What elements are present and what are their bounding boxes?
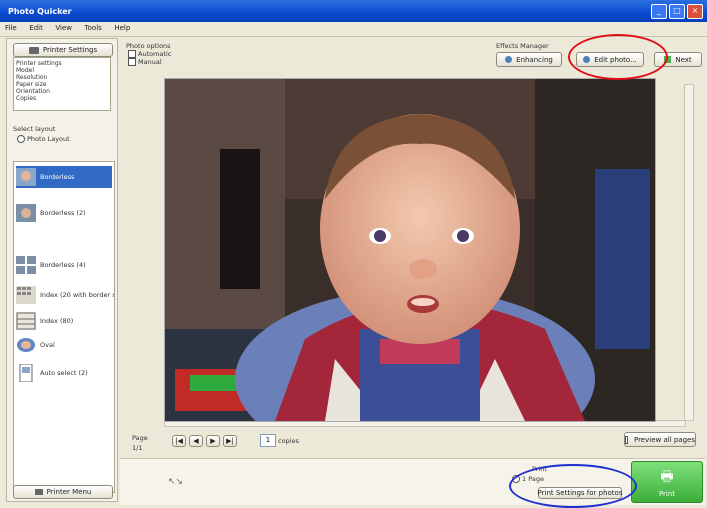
printer-settings-button[interactable]: Printer Settings xyxy=(13,43,113,57)
menu-edit[interactable]: Edit xyxy=(24,22,48,34)
enhance-button[interactable]: Enhancing xyxy=(496,52,562,67)
layout-thumb-4[interactable]: Index (20 with border size) xyxy=(16,284,114,306)
copies-label: copies xyxy=(278,437,299,445)
prev-page-button[interactable]: ◀ xyxy=(189,435,203,447)
oval-icon xyxy=(17,338,35,352)
print-settings-button[interactable]: Print Settings for photos xyxy=(538,487,622,499)
layout-thumb-5[interactable]: Index (80) xyxy=(16,310,112,332)
close-button[interactable]: × xyxy=(687,4,703,19)
page-heading: Page xyxy=(132,434,148,442)
copies-input[interactable]: 1 xyxy=(260,434,276,447)
photo-thumb-icon xyxy=(16,168,36,186)
bottom-bar: ↖↘ Print 1 Page Print Settings for photo… xyxy=(120,458,705,505)
first-page-button[interactable]: |◀ xyxy=(172,435,186,447)
menu-help[interactable]: Help xyxy=(109,22,135,34)
minimize-button[interactable]: _ xyxy=(651,4,667,19)
next-button[interactable]: Next xyxy=(654,52,702,67)
layout-thumb-6[interactable]: Oval xyxy=(16,334,112,356)
printer-icon xyxy=(28,46,39,54)
baby-photo xyxy=(165,79,655,469)
enhance-icon xyxy=(505,56,513,63)
print-order-heading: Print xyxy=(532,465,547,473)
arrows-icon: ↖↘ xyxy=(168,477,184,487)
layout-option[interactable]: Photo Layout xyxy=(17,135,70,143)
photo-option-automatic[interactable]: Automatic xyxy=(128,50,171,58)
layout-thumb-7[interactable]: Auto select (2) xyxy=(16,362,112,384)
vertical-scrollbar[interactable] xyxy=(684,84,694,421)
next-page-button[interactable]: ▶ xyxy=(206,435,220,447)
photo-options-heading: Photo options xyxy=(126,42,171,50)
checkbox-icon xyxy=(625,435,628,444)
photo-thumb-icon xyxy=(16,204,36,222)
radio-icon xyxy=(512,475,520,483)
left-sidebar: Printer Settings Printer settings Model … xyxy=(6,38,118,502)
layout-radio-icon xyxy=(17,135,25,143)
edit-icon xyxy=(583,56,591,63)
checkbox-icon xyxy=(128,58,136,66)
index-grid-icon xyxy=(16,286,36,304)
checkbox-icon xyxy=(128,50,136,58)
print-button[interactable]: 🖶 Print xyxy=(631,461,703,503)
title-bar: Photo Quicker _ □ × xyxy=(0,0,707,22)
printer-info-box: Printer settings Model Resolution Paper … xyxy=(13,57,111,111)
menu-tools[interactable]: Tools xyxy=(80,22,107,34)
layout-thumb-3[interactable]: Borderless (4) xyxy=(16,254,112,276)
menu-view[interactable]: View xyxy=(50,22,77,34)
effects-heading: Effects Manager xyxy=(496,42,549,50)
edit-photo-button[interactable]: Edit photo... xyxy=(576,52,644,67)
page-icon xyxy=(19,364,33,382)
layout-thumb-1[interactable]: Borderless xyxy=(16,166,112,188)
photo-preview[interactable] xyxy=(164,78,656,469)
maximize-button[interactable]: □ xyxy=(669,4,685,19)
photo-option-manual[interactable]: Manual xyxy=(128,58,162,66)
index-small-icon xyxy=(16,312,36,330)
layout-thumbnail-list: Borderless Borderless (2) Borderless (4)… xyxy=(13,161,115,493)
printer-menu-button[interactable]: Printer Menu xyxy=(13,485,113,499)
last-page-button[interactable]: ▶| xyxy=(223,435,237,447)
page-nav-buttons: |◀ ◀ ▶ ▶| xyxy=(172,435,237,447)
window-title: Photo Quicker xyxy=(8,7,72,16)
window-controls: _ □ × xyxy=(651,4,703,19)
preview-all-button[interactable]: Preview all pages xyxy=(624,432,696,447)
layout-thumb-2[interactable]: Borderless (2) xyxy=(16,202,112,224)
printer-icon: 🖶 xyxy=(660,469,674,485)
menu-file[interactable]: File xyxy=(0,22,22,34)
layout-heading: Select layout xyxy=(13,125,56,133)
print-order-value[interactable]: 1 Page xyxy=(512,475,544,483)
printer-icon xyxy=(34,489,43,495)
page-indicator: 1/1 xyxy=(132,444,143,452)
photo-grid-icon xyxy=(16,256,36,274)
next-icon xyxy=(664,56,672,63)
menu-bar: File Edit View Tools Help xyxy=(0,22,707,37)
